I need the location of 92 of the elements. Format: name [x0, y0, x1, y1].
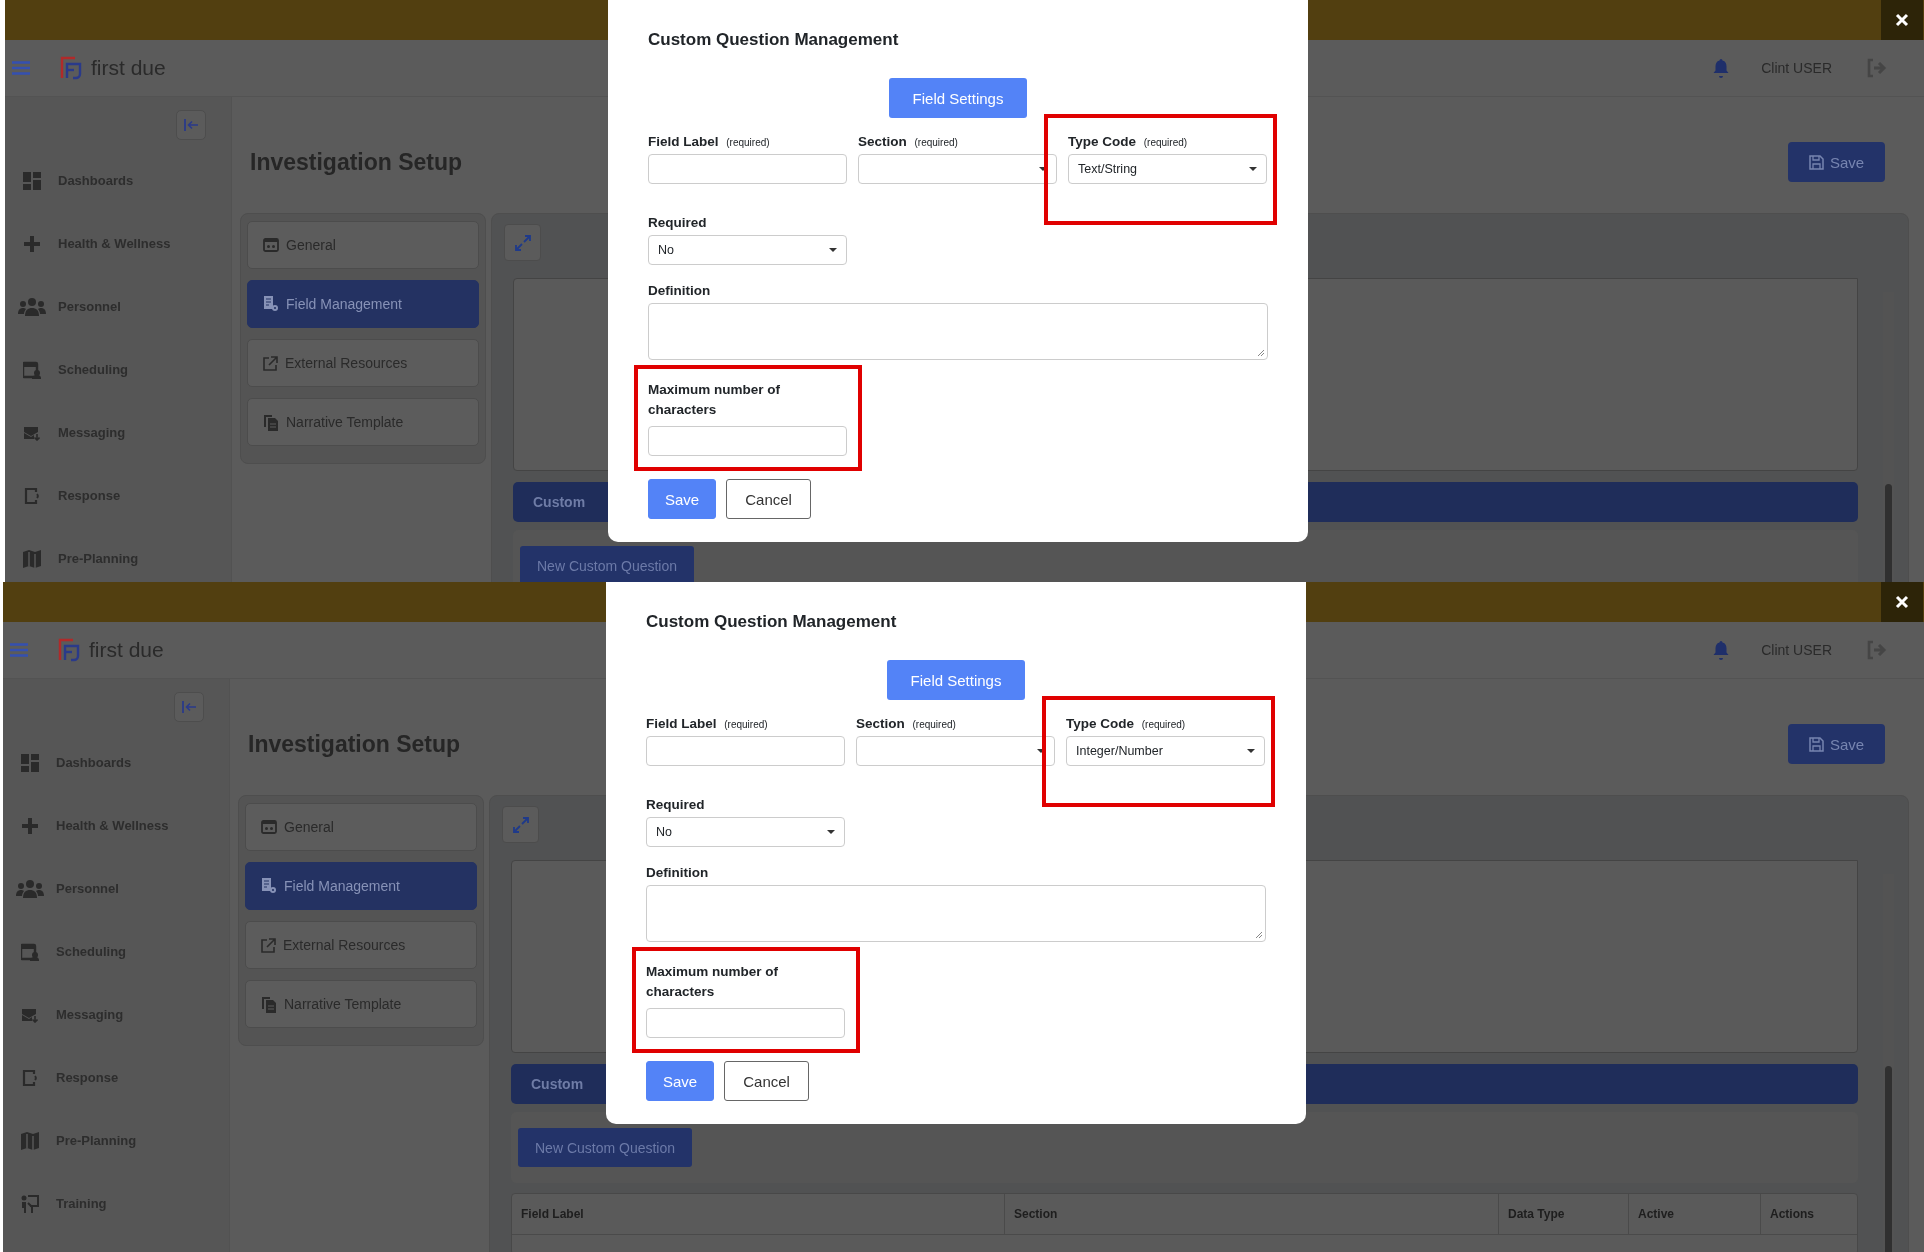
resize-grip-icon[interactable] [1257, 349, 1265, 357]
field-label: Maximum number of characters [646, 963, 779, 1001]
select-field[interactable]: Integer/Number [1066, 736, 1265, 766]
close-icon [1895, 595, 1909, 609]
calendar-icon [261, 820, 277, 834]
select-field[interactable] [858, 154, 1057, 184]
input-field[interactable] [648, 154, 847, 184]
modal-title: Custom Question Management [648, 29, 900, 51]
external-link-icon [261, 937, 276, 953]
field-label: Definition [648, 282, 712, 300]
cancel-button[interactable]: Cancel [726, 479, 811, 519]
input-field[interactable] [646, 736, 845, 766]
select-field[interactable]: Text/String [1068, 154, 1267, 184]
close-icon [1895, 13, 1909, 27]
column-header: Actions [1760, 1194, 1857, 1235]
menu-icon[interactable] [10, 643, 28, 657]
calendar-icon [22, 360, 41, 379]
cancel-button[interactable]: Cancel [724, 1061, 809, 1101]
dashboard-icon [22, 171, 41, 190]
resize-grip-icon[interactable] [1255, 931, 1263, 939]
tab[interactable]: Field Management [247, 280, 479, 328]
text-area[interactable] [648, 303, 1268, 360]
dashboard-icon [20, 753, 39, 772]
logo-icon [60, 56, 82, 80]
select-field[interactable] [856, 736, 1055, 766]
caret-icon [829, 248, 837, 252]
envelope-icon [21, 1006, 38, 1023]
caret-icon [827, 830, 835, 834]
new-question-button[interactable]: New Custom Question [520, 546, 695, 582]
documents-icon [261, 995, 277, 1013]
expand-icon [512, 816, 529, 833]
tab[interactable]: Field Management [245, 862, 477, 910]
save-button[interactable]: Save [1788, 724, 1885, 764]
input-field[interactable] [646, 1008, 845, 1038]
field-settings-tab[interactable]: Field Settings [887, 660, 1025, 700]
close-button[interactable] [1881, 0, 1923, 40]
bell-icon[interactable] [1713, 58, 1730, 78]
field-label: Type Code (required) [1066, 715, 1187, 733]
collapse-button[interactable] [174, 692, 204, 722]
field-label: Section (required) [856, 715, 957, 733]
people-icon [17, 297, 46, 316]
collapse-button[interactable] [176, 110, 206, 140]
calendar-icon [263, 238, 279, 252]
collapse-arrow-icon [181, 700, 197, 714]
save-button[interactable]: Save [1788, 142, 1885, 182]
expand-button[interactable] [504, 224, 541, 261]
documents-icon [263, 413, 279, 431]
presentation-icon [20, 1194, 39, 1213]
field-label: Field Label (required) [646, 715, 769, 733]
field-label: Definition [646, 864, 710, 882]
close-button[interactable] [1881, 582, 1923, 622]
map-icon [20, 1131, 39, 1150]
people-icon [15, 879, 44, 898]
plus-icon [21, 817, 38, 834]
document-gear-icon [263, 296, 279, 312]
field-settings-tab[interactable]: Field Settings [889, 78, 1027, 118]
expand-button[interactable] [502, 806, 539, 843]
caret-icon [1037, 749, 1045, 753]
document-gear-icon [261, 878, 277, 894]
phone-icon [23, 486, 40, 505]
envelope-icon [23, 424, 40, 441]
caret-icon [1249, 167, 1257, 171]
phone-icon [21, 1068, 38, 1087]
text-area[interactable] [646, 885, 1266, 942]
field-label: Maximum number of characters [648, 381, 781, 419]
calendar-icon [20, 942, 39, 961]
column-header: Section [1004, 1194, 1498, 1235]
caret-icon [1247, 749, 1255, 753]
save-button[interactable]: Save [648, 479, 717, 519]
plus-icon [23, 235, 40, 252]
column-header: Field Label [512, 1194, 1004, 1235]
bell-icon[interactable] [1713, 640, 1730, 660]
new-question-button[interactable]: New Custom Question [518, 1128, 693, 1167]
map-icon [22, 549, 41, 568]
input-field[interactable] [648, 426, 847, 456]
select-field[interactable]: No [646, 817, 845, 847]
field-label: Field Label (required) [648, 133, 771, 151]
field-label: Required [648, 214, 708, 232]
menu-icon[interactable] [12, 61, 30, 75]
select-field[interactable]: No [648, 235, 847, 265]
column-header: Data Type [1498, 1194, 1628, 1235]
column-header: Active [1628, 1194, 1760, 1235]
field-label: Section (required) [858, 133, 959, 151]
expand-icon [514, 234, 531, 251]
field-label: Required [646, 796, 706, 814]
save-button[interactable]: Save [646, 1061, 715, 1101]
modal-title: Custom Question Management [646, 611, 898, 633]
collapse-arrow-icon [183, 118, 199, 132]
external-link-icon [263, 355, 278, 371]
logo-icon [58, 638, 80, 662]
field-label: Type Code (required) [1068, 133, 1189, 151]
caret-icon [1039, 167, 1047, 171]
